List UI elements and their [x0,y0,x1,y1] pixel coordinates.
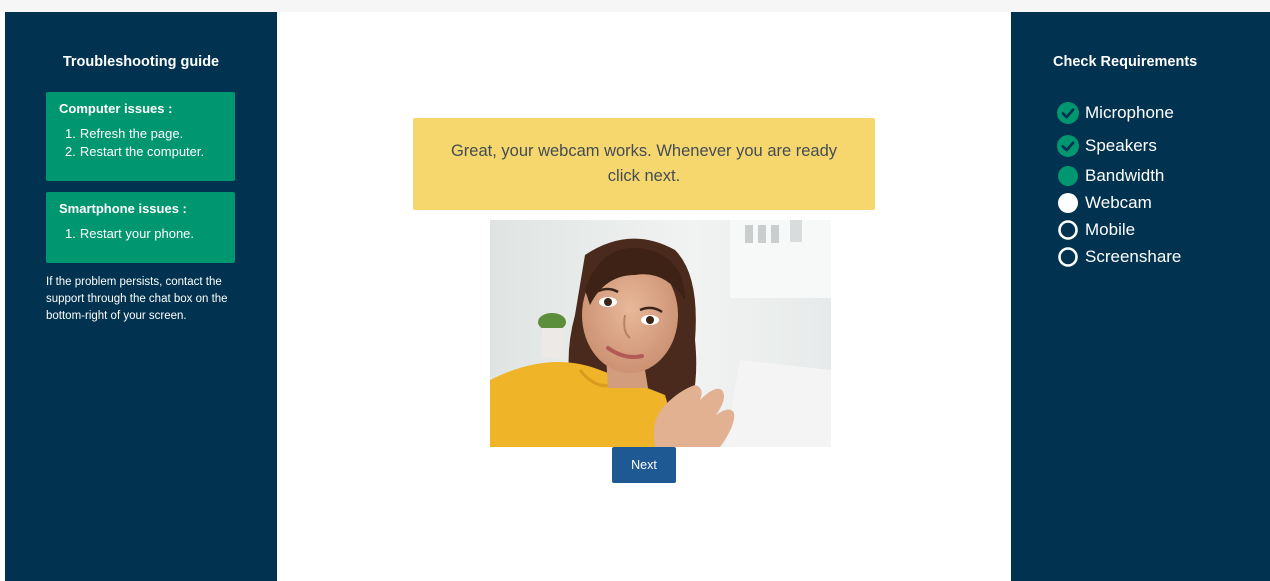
requirements-sidebar: Check Requirements Microphone Speakers B… [1011,12,1270,581]
requirement-label: Microphone [1085,102,1174,122]
check-circle-icon [1057,134,1079,157]
requirement-label: Mobile [1085,219,1136,239]
troubleshooting-sidebar: Troubleshooting guide Computer issues : … [5,12,277,581]
requirement-item-bandwidth: Bandwidth [1057,162,1181,189]
empty-circle-icon [1057,219,1079,241]
page-frame: Troubleshooting guide Computer issues : … [0,12,1270,581]
requirement-label: Bandwidth [1085,165,1165,185]
list-item: 1. Restart your phone. [65,226,195,241]
computer-issues-list: 1. Refresh the page. 2. Restart the comput… [59,125,223,161]
support-help-text: If the problem persists, contact the sup… [46,276,228,322]
troubleshooting-title: Troubleshooting guide [62,54,220,70]
smartphone-issues-list: 1. Restart your phone. [59,225,223,243]
requirement-item-speakers: Speakers [1057,129,1181,162]
webcam-preview [490,220,831,447]
requirement-label: Webcam [1085,192,1152,212]
requirement-item-webcam: Webcam [1057,189,1181,216]
list-item: 2. Restart the computer. [65,144,205,159]
computer-issues-card: Computer issues : 1. Refresh the page. 2.… [46,92,235,181]
requirement-item-mobile: Mobile [1057,216,1181,243]
list-item: 1. Refresh the page. [65,126,184,141]
requirement-item-screenshare: Screenshare [1057,243,1181,270]
requirement-label: Speakers [1085,135,1157,155]
banner-text: Great, your webcam works. Whenever you a… [450,142,838,185]
smartphone-issues-card: Smartphone issues : 1. Restart your phone… [46,192,235,263]
computer-issues-title: Computer issues : [59,101,173,116]
requirement-item-microphone: Microphone [1057,96,1181,129]
next-button[interactable]: Next [612,447,676,483]
smartphone-issues-title: Smartphone issues : [59,201,187,216]
white-circle-icon [1057,192,1079,214]
requirements-list: Microphone Speakers Bandwidth Webcam Mob… [1057,96,1181,270]
requirement-label: Screenshare [1085,246,1182,266]
filled-circle-icon [1057,165,1079,187]
check-circle-icon [1057,101,1079,124]
empty-circle-icon [1057,246,1079,268]
requirements-title: Check Requirements [1053,54,1198,70]
webcam-image [490,220,831,447]
webcam-status-banner: Great, your webcam works. Whenever you a… [413,118,875,210]
